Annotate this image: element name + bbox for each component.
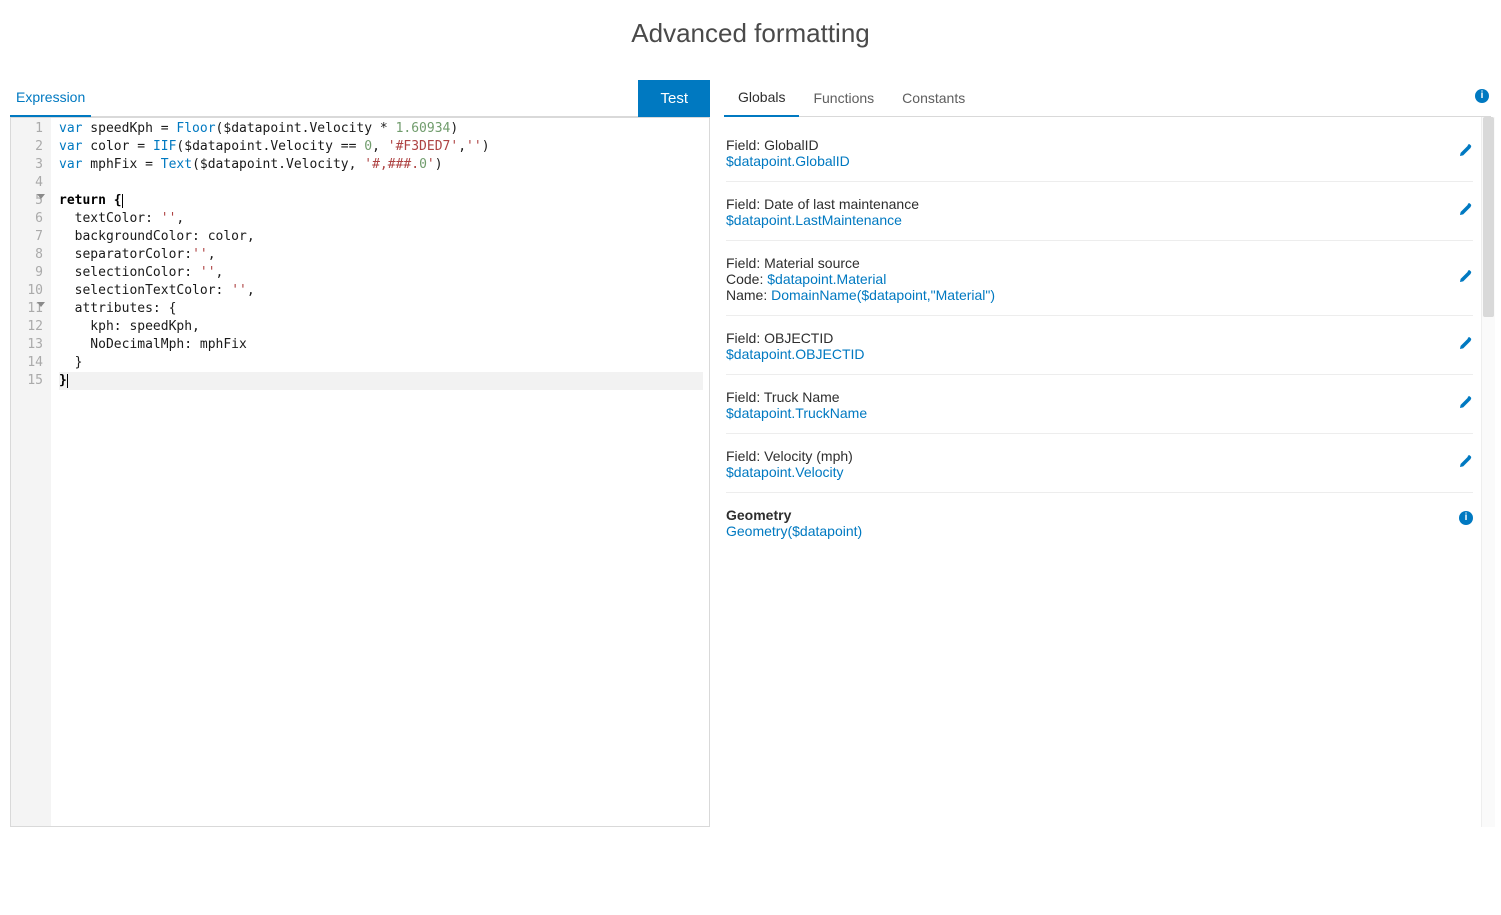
line-number: 7 [19, 228, 43, 246]
edit-icon[interactable] [1458, 336, 1473, 354]
tab-constants[interactable]: Constants [888, 80, 979, 116]
field-code-label: Code: [726, 271, 767, 287]
body: Expression Test 123456789101112131415 va… [0, 79, 1501, 827]
edit-icon[interactable] [1458, 395, 1473, 413]
geometry-heading: Geometry [726, 507, 1473, 523]
line-number: 1 [19, 120, 43, 138]
line-number: 8 [19, 246, 43, 264]
edit-icon[interactable] [1458, 454, 1473, 472]
code-editor[interactable]: 123456789101112131415 var speedKph = Flo… [10, 117, 710, 827]
code-line[interactable]: selectionTextColor: '', [59, 282, 703, 300]
left-header: Expression Test [10, 79, 710, 117]
fold-icon[interactable] [37, 302, 45, 307]
field-variable-link[interactable]: $datapoint.Velocity [726, 464, 1473, 480]
code-line[interactable] [59, 174, 703, 192]
left-tabs: Expression [10, 79, 91, 116]
field-code-link[interactable]: $datapoint.Material [767, 271, 886, 287]
field-label: Field: OBJECTID [726, 330, 1473, 346]
geometry-item: GeometryGeometry($datapoint)i [726, 493, 1473, 551]
info-icon[interactable]: i [1459, 511, 1473, 525]
edit-icon[interactable] [1458, 143, 1473, 161]
field-item: Field: OBJECTID$datapoint.OBJECTID [726, 316, 1473, 375]
line-number: 15 [19, 372, 43, 390]
code-line[interactable]: } [59, 372, 703, 390]
code-line[interactable]: kph: speedKph, [59, 318, 703, 336]
line-number: 13 [19, 336, 43, 354]
field-name-link[interactable]: DomainName($datapoint,"Material") [771, 287, 995, 303]
right-header: Globals Functions Constants i [724, 79, 1491, 117]
line-number: 14 [19, 354, 43, 372]
right-scroll: Field: GlobalID$datapoint.GlobalIDField:… [724, 117, 1491, 827]
app-root: Advanced formatting Expression Test 1234… [0, 0, 1501, 915]
test-button[interactable]: Test [638, 80, 710, 117]
code-line[interactable]: backgroundColor: color, [59, 228, 703, 246]
line-number: 10 [19, 282, 43, 300]
scrollbar[interactable] [1481, 117, 1495, 827]
tab-globals[interactable]: Globals [724, 79, 799, 117]
line-number: 11 [19, 300, 43, 318]
code-line[interactable]: var mphFix = Text($datapoint.Velocity, '… [59, 156, 703, 174]
line-number: 6 [19, 210, 43, 228]
editor-code[interactable]: var speedKph = Floor($datapoint.Velocity… [51, 118, 709, 826]
field-code-row: Code: $datapoint.Material [726, 271, 1473, 287]
field-label: Field: GlobalID [726, 137, 1473, 153]
field-name-label: Name: [726, 287, 771, 303]
edit-icon[interactable] [1458, 269, 1473, 287]
fold-icon[interactable] [37, 194, 45, 199]
field-label: Field: Date of last maintenance [726, 196, 1473, 212]
info-icon[interactable]: i [1475, 89, 1489, 103]
right-panel: Globals Functions Constants i Field: Glo… [724, 79, 1491, 827]
edit-icon[interactable] [1458, 202, 1473, 220]
code-line[interactable]: selectionColor: '', [59, 264, 703, 282]
line-number: 4 [19, 174, 43, 192]
scroll-handle[interactable] [1483, 117, 1494, 317]
field-label: Field: Velocity (mph) [726, 448, 1473, 464]
code-line[interactable]: separatorColor:'', [59, 246, 703, 264]
left-panel: Expression Test 123456789101112131415 va… [10, 79, 710, 827]
field-item: Field: Truck Name$datapoint.TruckName [726, 375, 1473, 434]
line-number: 2 [19, 138, 43, 156]
line-number: 9 [19, 264, 43, 282]
code-line[interactable]: } [59, 354, 703, 372]
field-item: Field: GlobalID$datapoint.GlobalID [726, 123, 1473, 182]
field-label: Field: Truck Name [726, 389, 1473, 405]
code-line[interactable]: var speedKph = Floor($datapoint.Velocity… [59, 120, 703, 138]
code-line[interactable]: textColor: '', [59, 210, 703, 228]
editor-gutter: 123456789101112131415 [11, 118, 51, 826]
field-variable-link[interactable]: $datapoint.OBJECTID [726, 346, 1473, 362]
tab-functions[interactable]: Functions [799, 80, 888, 116]
line-number: 5 [19, 192, 43, 210]
field-variable-link[interactable]: $datapoint.GlobalID [726, 153, 1473, 169]
tab-expression[interactable]: Expression [10, 79, 91, 117]
geometry-link[interactable]: Geometry($datapoint) [726, 523, 1473, 539]
field-label: Field: Material source [726, 255, 1473, 271]
code-line[interactable]: NoDecimalMph: mphFix [59, 336, 703, 354]
field-item: Field: Velocity (mph)$datapoint.Velocity [726, 434, 1473, 493]
line-number: 12 [19, 318, 43, 336]
field-variable-link[interactable]: $datapoint.TruckName [726, 405, 1473, 421]
field-name-row: Name: DomainName($datapoint,"Material") [726, 287, 1473, 303]
field-item: Field: Date of last maintenance$datapoin… [726, 182, 1473, 241]
field-item: Field: Material sourceCode: $datapoint.M… [726, 241, 1473, 316]
code-line[interactable]: attributes: { [59, 300, 703, 318]
code-line[interactable]: var color = IIF($datapoint.Velocity == 0… [59, 138, 703, 156]
page-title: Advanced formatting [0, 0, 1501, 79]
line-number: 3 [19, 156, 43, 174]
fields-list: Field: GlobalID$datapoint.GlobalIDField:… [724, 117, 1491, 551]
code-line[interactable]: return { [59, 192, 703, 210]
field-variable-link[interactable]: $datapoint.LastMaintenance [726, 212, 1473, 228]
